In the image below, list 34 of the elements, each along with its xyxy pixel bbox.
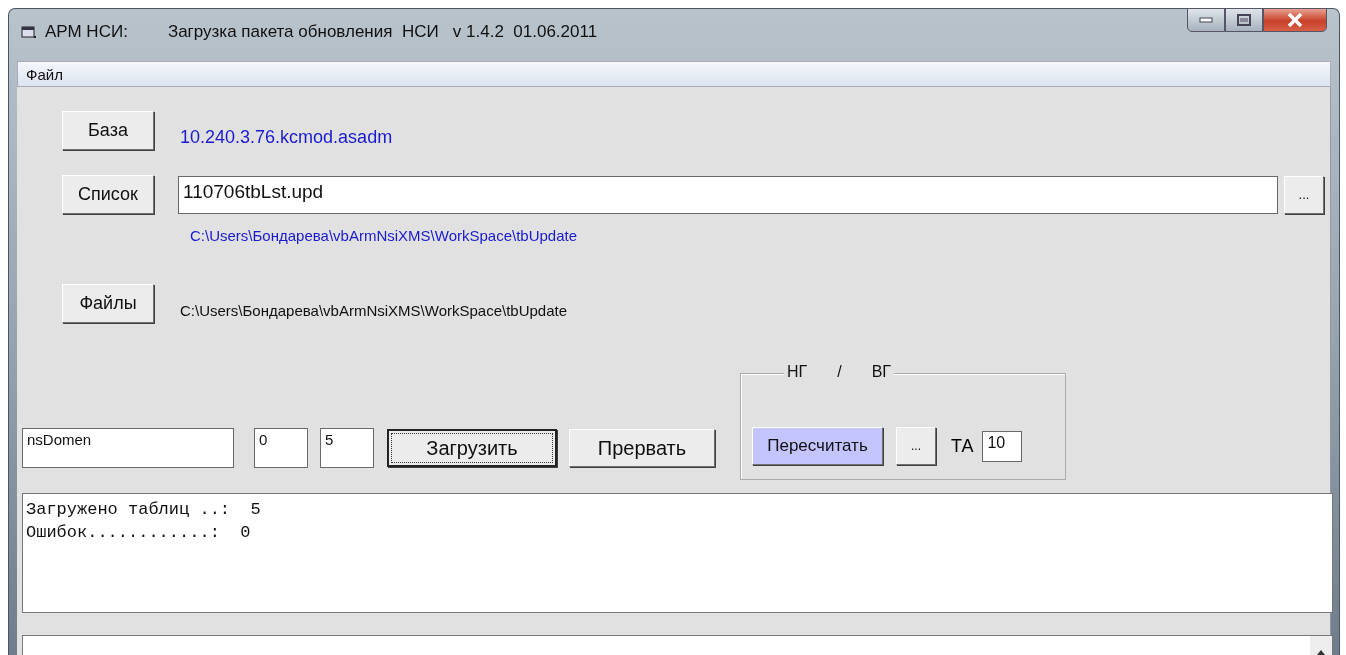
group-label: /: [837, 362, 842, 382]
close-button[interactable]: [1263, 8, 1327, 32]
minimize-button[interactable]: [1187, 8, 1225, 32]
options-button[interactable]: ...: [896, 427, 936, 465]
log-line: Загружено таблиц ..: 5: [26, 499, 262, 521]
window-icon: [21, 25, 37, 39]
window-title: Загрузка пакета обновления НСИ v 1.4.2 01.06.2011: [167, 22, 598, 42]
window-title: АРМ НСИ:: [45, 22, 128, 42]
group-label: ВГ: [871, 362, 891, 382]
close-icon: [1287, 13, 1303, 27]
ta-field[interactable]: 10: [982, 430, 1023, 462]
list-button[interactable]: Список: [62, 175, 154, 214]
list-path: C:\Users\Бондарева\vbArmNsiXMS\WorkSpace\tbUpdate: [190, 227, 578, 244]
log-line: Ошибок............: 0: [26, 522, 252, 544]
database-name: 10.240.3.76.kcmod.asadm: [180, 127, 393, 148]
recalc-button[interactable]: Пересчитать: [752, 427, 883, 465]
from-field[interactable]: 0: [254, 428, 308, 468]
files-path: C:\Users\Бондарева\vbArmNsiXMS\WorkSpace\tbUpdate: [180, 302, 568, 319]
list-file-field[interactable]: 110706tbLst.upd: [178, 175, 1278, 214]
browse-button[interactable]: ...: [1284, 175, 1324, 214]
log-area[interactable]: Загружено таблиц ..: 5 Ошибок............: 0: [22, 493, 1333, 613]
maximize-button[interactable]: [1225, 8, 1263, 32]
load-button[interactable]: Загрузить: [387, 429, 557, 467]
to-field[interactable]: 5: [320, 428, 374, 468]
base-button[interactable]: База: [62, 111, 154, 150]
menu-item[interactable]: Файл: [26, 65, 63, 83]
files-button[interactable]: Файлы: [62, 284, 154, 323]
maximize-icon: [1237, 14, 1251, 26]
group-label: НГ: [787, 362, 808, 382]
stop-button[interactable]: Прервать: [569, 429, 715, 467]
ta-label: ТА: [951, 435, 974, 457]
domain-field[interactable]: nsDomen: [22, 428, 234, 468]
minimize-icon: [1199, 17, 1213, 23]
up-arrow-icon: [1317, 650, 1325, 655]
